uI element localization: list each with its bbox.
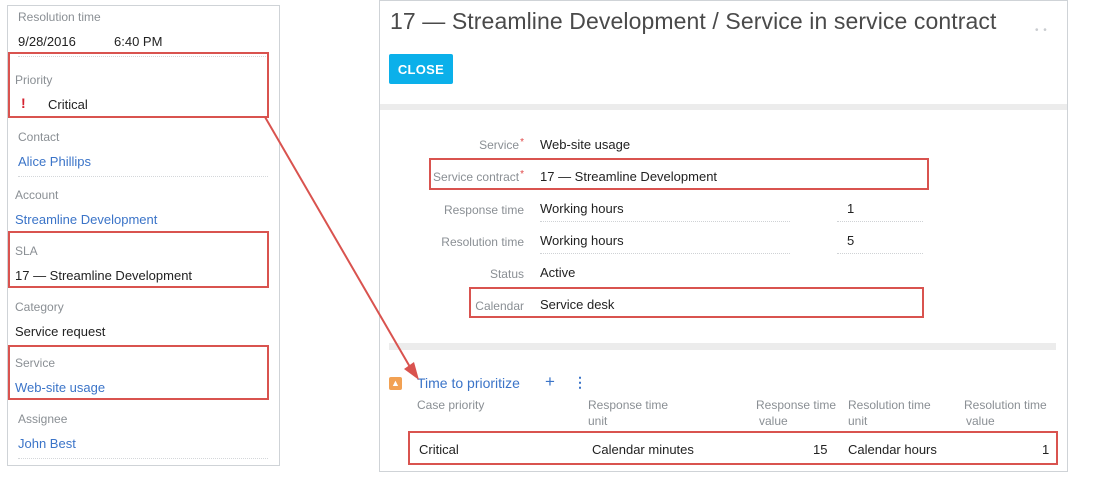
field-separator (18, 176, 268, 177)
field-underline (837, 253, 923, 254)
field-separator (18, 56, 268, 57)
column-header-response-time-unit[interactable]: Response time unit (588, 397, 668, 429)
required-marker: * (520, 137, 524, 148)
service-label: Service (15, 356, 56, 370)
column-header-response-time-value[interactable]: Response time value (756, 397, 836, 429)
page-title: 17 — Streamline Development / Service in… (390, 8, 997, 34)
exclamation-icon: ! (21, 95, 26, 111)
resolution-time-value: 6:40 PM (114, 34, 163, 49)
column-header-case-priority[interactable]: Case priority (417, 397, 484, 413)
cell-response-unit: Calendar minutes (592, 442, 694, 457)
contact-link[interactable]: Alice Phillips (18, 154, 91, 169)
cell-response-value: 15 (813, 442, 828, 457)
service-in-contract-page: 17 — Streamline Development / Service in… (379, 0, 1068, 472)
close-button[interactable]: CLOSE (389, 54, 453, 84)
calendar-field-value[interactable]: Service desk (540, 297, 614, 312)
service-field-label-text: Service (479, 138, 520, 152)
category-label: Category (15, 300, 64, 314)
resolution-time-label: Resolution time (18, 10, 101, 24)
cell-case-priority: Critical (419, 442, 459, 457)
vertical-dots-icon[interactable]: ⋮ (573, 373, 587, 391)
header-divider (380, 104, 1067, 110)
response-time-field-label: Response time (443, 203, 524, 217)
resolution-date: 9/28/2016 (18, 34, 76, 49)
more-dots-icon: • • (1035, 25, 1048, 36)
column-header-resolution-time-unit[interactable]: Resolution time unit (848, 397, 931, 429)
account-link[interactable]: Streamline Development (15, 212, 157, 227)
account-label: Account (15, 188, 59, 202)
service-contract-field-label-text: Service contract (433, 170, 520, 184)
sla-label: SLA (15, 244, 38, 258)
service-link[interactable]: Web-site usage (15, 380, 105, 395)
resolution-time-unit[interactable]: Working hours (540, 233, 624, 248)
column-header-resolution-time-value[interactable]: Resolution time value (964, 397, 1047, 429)
chevron-up-icon[interactable]: ▲ (389, 377, 402, 390)
sla-value[interactable]: 17 — Streamline Development (15, 268, 192, 283)
section-divider (389, 343, 1056, 350)
priority-value[interactable]: Critical (48, 97, 88, 112)
response-time-value[interactable]: 1 (847, 201, 854, 216)
field-underline (540, 221, 790, 222)
resolution-time-field-label: Resolution time (441, 235, 524, 249)
category-value[interactable]: Service request (15, 324, 105, 339)
assignee-label: Assignee (18, 412, 68, 426)
plus-icon[interactable]: + (545, 373, 555, 391)
contact-label: Contact (18, 130, 60, 144)
cell-resolution-value: 1 (1042, 442, 1050, 457)
assignee-link[interactable]: John Best (18, 436, 76, 451)
calendar-field-label: Calendar (475, 299, 524, 313)
response-time-unit[interactable]: Working hours (540, 201, 624, 216)
service-contract-field-label: Service contract* (433, 169, 524, 184)
status-field-label: Status (489, 267, 524, 281)
service-field-label: Service* (479, 137, 524, 152)
service-contract-field-value[interactable]: 17 — Streamline Development (540, 169, 717, 184)
case-details-panel: Resolution time 9/28/2016 6:40 PM Priori… (7, 5, 280, 466)
status-field-value[interactable]: Active (540, 265, 575, 280)
required-marker: * (520, 169, 524, 180)
resolution-time-value[interactable]: 5 (847, 233, 854, 248)
field-separator (18, 458, 268, 459)
priority-label: Priority (15, 73, 53, 87)
detail-title-time-to-prioritize[interactable]: Time to prioritize (417, 375, 520, 391)
cell-resolution-unit: Calendar hours (848, 442, 937, 457)
service-field-value[interactable]: Web-site usage (540, 137, 630, 152)
field-underline (837, 221, 923, 222)
field-underline (540, 253, 790, 254)
